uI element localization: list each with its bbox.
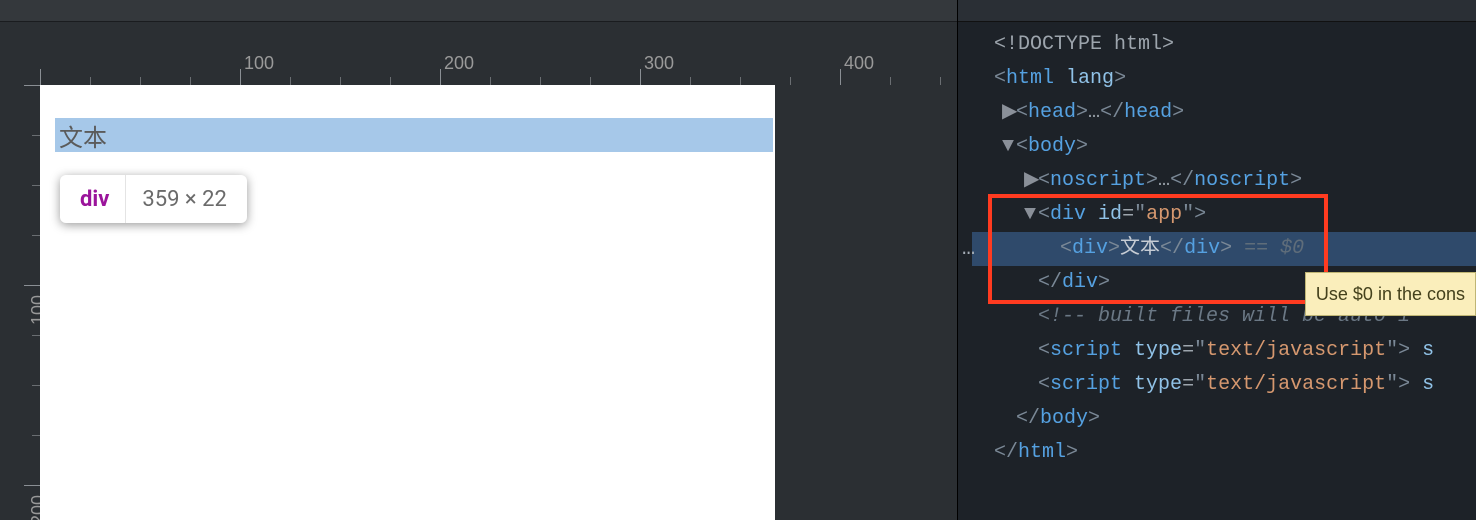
dom-tree[interactable]: <!DOCTYPE html> <html lang>▶<head>…</hea… xyxy=(958,22,1476,470)
console-hint-text: Use $0 in the cons xyxy=(1316,284,1465,304)
rendered-page[interactable]: 文本 div 359 × 22 xyxy=(40,85,775,520)
inspected-element-text: 文本 xyxy=(59,118,107,153)
preview-toolbar xyxy=(0,0,957,22)
inspect-tooltip: div 359 × 22 xyxy=(60,175,247,223)
dom-tree-line[interactable]: <html lang> xyxy=(972,62,1476,96)
tooltip-dimensions: 359 × 22 xyxy=(142,175,246,223)
console-hint-tooltip: Use $0 in the cons xyxy=(1305,272,1476,316)
devtools-tabbar[interactable] xyxy=(958,0,1476,22)
elements-panel: <!DOCTYPE html> <html lang>▶<head>…</hea… xyxy=(958,0,1476,520)
dom-tree-line[interactable]: ▼<div id="app"> xyxy=(972,198,1476,232)
dom-tree-line[interactable]: ▶<head>…</head> xyxy=(972,96,1476,130)
dom-tree-line[interactable]: <script type="text/javascript"> s xyxy=(972,368,1476,402)
dom-tree-line[interactable]: <div>文本</div> == $0… xyxy=(972,232,1476,266)
vertical-ruler: 100200 xyxy=(0,85,40,520)
tooltip-tag: div xyxy=(60,175,125,223)
ruler-h-label: 300 xyxy=(644,53,674,74)
dom-tree-line[interactable]: ▼<body> xyxy=(972,130,1476,164)
dom-tree-line[interactable]: <script type="text/javascript"> s xyxy=(972,334,1476,368)
gutter-ellipsis-icon[interactable]: … xyxy=(962,232,977,266)
ruler-h-label: 100 xyxy=(244,53,274,74)
page-preview-pane: 100200300400 100200 文本 div 359 × 22 xyxy=(0,0,958,520)
inspected-element-highlight[interactable]: 文本 xyxy=(55,118,773,152)
dom-tree-line[interactable]: <!DOCTYPE html> xyxy=(972,28,1476,62)
ruler-h-label: 400 xyxy=(844,53,874,74)
dom-tree-line[interactable]: </html> xyxy=(972,436,1476,470)
horizontal-ruler: 100 200 300 400 xyxy=(40,55,957,85)
ruler-h-label: 200 xyxy=(444,53,474,74)
dom-tree-line[interactable]: </body> xyxy=(972,402,1476,436)
dom-tree-line[interactable]: ▶<noscript>…</noscript> xyxy=(972,164,1476,198)
